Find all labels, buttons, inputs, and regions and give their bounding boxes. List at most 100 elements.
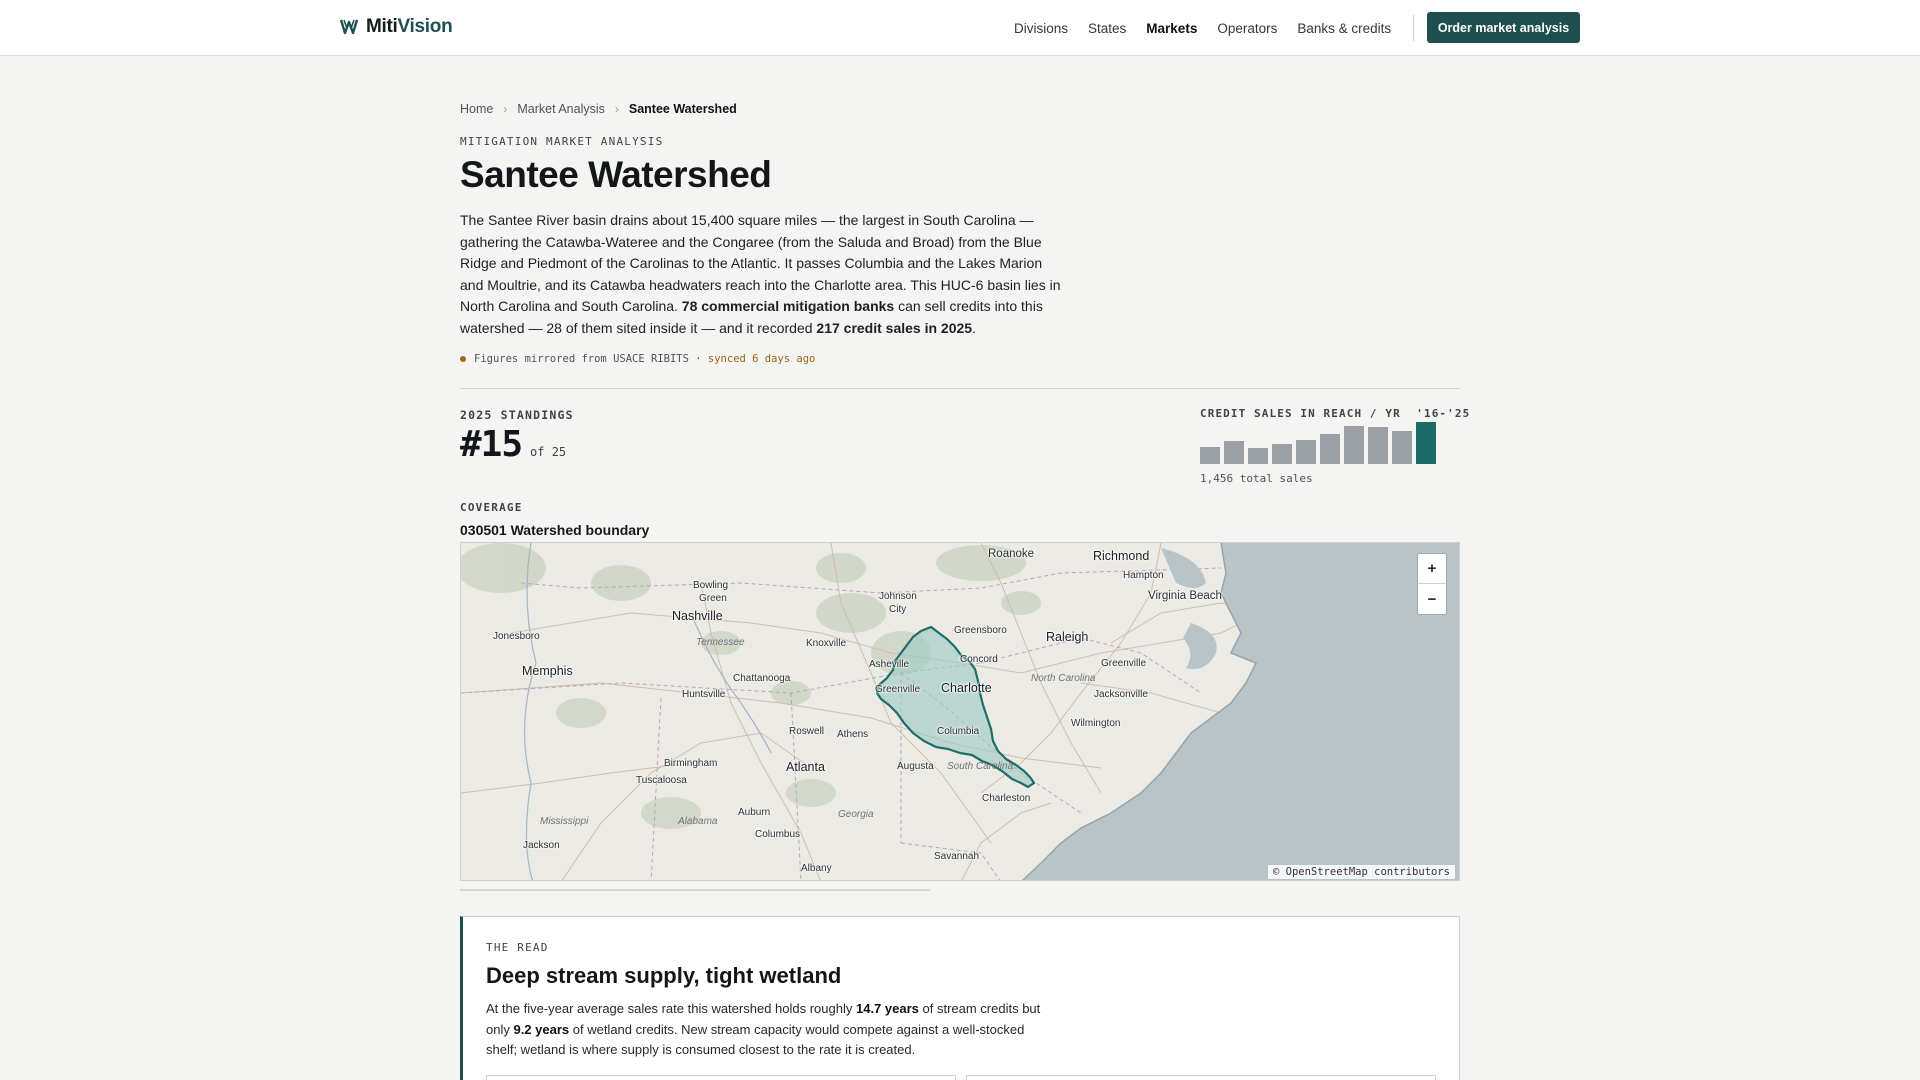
map-label-nashville: Nashville [672, 609, 723, 623]
brand-name-part-2: Vision [397, 16, 453, 37]
map-label-jackson: Jackson [523, 840, 560, 851]
map-label-virginia-beach: Virginia Beach [1148, 590, 1222, 602]
map-label-columbia: Columbia [937, 726, 980, 737]
intro-text-3: . [972, 319, 976, 336]
map-zoom-controls: + − [1417, 553, 1447, 615]
map-label-jacksonville: Jacksonville [1094, 689, 1148, 700]
read-title: Deep stream supply, tight wetland [486, 963, 842, 988]
page-eyebrow: MITIGATION MARKET ANALYSIS [460, 135, 664, 148]
map-label-raleigh: Raleigh [1046, 630, 1089, 644]
nav-operators[interactable]: Operators [1217, 21, 1277, 36]
map-label-charleston: Charleston [982, 793, 1031, 804]
map-label-tennessee: Tennessee [696, 637, 745, 648]
map-label-wilmington: Wilmington [1071, 718, 1121, 729]
intro-sales-count: 217 credit sales in 2025 [816, 319, 973, 336]
coverage-title: 030501 Watershed boundary [460, 522, 649, 538]
read-card-wetland [966, 1075, 1436, 1080]
read-wetland-years: 9.2 years [513, 1021, 570, 1037]
map-label-greensboro: Greensboro [954, 625, 1007, 636]
chevron-right-icon: › [503, 102, 508, 116]
coverage-title-text: Watershed boundary [510, 522, 650, 538]
status-dot-icon [460, 356, 466, 362]
watershed-map[interactable]: Roanoke Richmond Hampton Virginia Beach … [460, 542, 1460, 881]
sync-age: synced 6 days ago [707, 353, 816, 365]
nav-states[interactable]: States [1088, 21, 1126, 36]
zoom-out-button[interactable]: − [1418, 584, 1446, 614]
the-read-panel: THE READ Deep stream supply, tight wetla… [460, 916, 1460, 1080]
huc-code: 030501 [460, 522, 507, 538]
map-label-birmingham: Birmingham [664, 758, 718, 769]
map-label-bowling-green-2: Green [699, 593, 727, 604]
map-label-asheville: Asheville [869, 659, 910, 670]
order-market-analysis-button[interactable]: Order market analysis [1427, 12, 1580, 43]
sparkline-bar [1224, 441, 1244, 464]
zoom-in-button[interactable]: + [1418, 554, 1446, 584]
sparkline-bar [1416, 422, 1436, 464]
map-label-richmond: Richmond [1093, 549, 1150, 563]
brand-name-part-1: Miti [366, 16, 398, 37]
map-label-hampton: Hampton [1123, 570, 1164, 581]
top-navigation-bar: MitiVision Divisions States Markets Oper… [0, 0, 1920, 56]
sparkline-label: CREDIT SALES IN REACH / YR '16-'25 [1200, 407, 1470, 420]
sync-source: Figures mirrored from USACE RIBITS · [474, 353, 702, 365]
coverage-label: COVERAGE [460, 501, 523, 514]
map-label-alabama: Alabama [678, 816, 718, 827]
map-label-mississippi: Mississippi [540, 816, 589, 827]
read-eyebrow: THE READ [486, 941, 549, 954]
sparkline-bar [1272, 444, 1292, 464]
sync-status: Figures mirrored from USACE RIBITS · syn… [460, 353, 815, 365]
map-label-roswell: Roswell [789, 726, 825, 737]
breadcrumb-current: Santee Watershed [628, 102, 737, 116]
sparkline-title: CREDIT SALES IN REACH / YR [1200, 407, 1401, 420]
intro-paragraph: The Santee River basin drains about 15,4… [460, 210, 1062, 339]
map-label-savannah: Savannah [934, 851, 980, 862]
map-attribution[interactable]: © OpenStreetMap contributors [1267, 865, 1455, 879]
sparkline-bar [1296, 440, 1316, 464]
breadcrumb: Home › Market Analysis › Santee Watershe… [460, 102, 737, 116]
logo-icon [340, 19, 358, 35]
map-label-athens: Athens [837, 729, 869, 740]
sparkline-bar [1344, 426, 1364, 464]
nav-banks-credits[interactable]: Banks & credits [1297, 21, 1391, 36]
rank-of-total: of 25 [530, 445, 567, 459]
map-label-johnson-city-2: City [889, 604, 907, 615]
breadcrumb-home[interactable]: Home [460, 102, 493, 116]
read-card-stream [486, 1075, 956, 1080]
map-label-south-carolina: South Carolina [947, 761, 1014, 772]
section-divider [460, 388, 1460, 389]
sparkline-bar [1392, 431, 1412, 464]
read-body: At the five-year average sales rate this… [486, 999, 1046, 1061]
map-label-bowling-green: Bowling [693, 580, 729, 591]
map-label-concord: Concord [960, 654, 998, 665]
map-label-knoxville: Knoxville [806, 638, 847, 649]
nav-divisions[interactable]: Divisions [1014, 21, 1068, 36]
standings-rank: #15 of 25 [460, 424, 566, 465]
credit-sales-sparkline [1200, 422, 1436, 464]
brand-name: MitiVision [366, 16, 453, 38]
map-label-atlanta: Atlanta [786, 760, 825, 774]
map-label-tuscaloosa: Tuscaloosa [636, 775, 687, 786]
map-label-roanoke: Roanoke [988, 548, 1035, 560]
map-label-augusta: Augusta [897, 761, 934, 772]
map-label-chattanooga: Chattanooga [733, 673, 791, 684]
intro-banks-count: 78 commercial mitigation banks [681, 298, 895, 314]
map-label-huntsville: Huntsville [682, 689, 726, 700]
map-label-johnson-city: Johnson [879, 591, 917, 602]
map-label-columbus: Columbus [755, 829, 801, 840]
nav-markets[interactable]: Markets [1146, 21, 1197, 36]
map-label-georgia: Georgia [838, 809, 874, 820]
map-label-greenville-sc: Greenville [875, 684, 921, 695]
standings-label: 2025 STANDINGS [460, 408, 574, 422]
sparkline-bar [1368, 427, 1388, 464]
read-text-1: At the five-year average sales rate this… [486, 1001, 856, 1016]
brand-logo[interactable]: MitiVision [340, 16, 453, 38]
map-label-auburn: Auburn [738, 807, 771, 818]
map-label-greenville-nc: Greenville [1101, 658, 1147, 669]
rank-number: #15 [460, 424, 523, 465]
map-label-north-carolina: North Carolina [1031, 673, 1096, 684]
chevron-right-icon: › [614, 102, 619, 116]
horizontal-scrollbar[interactable] [460, 889, 930, 891]
breadcrumb-market-analysis[interactable]: Market Analysis [517, 102, 605, 116]
map-canvas [461, 543, 1459, 880]
main-nav: Divisions States Markets Operators Banks… [1014, 0, 1434, 56]
